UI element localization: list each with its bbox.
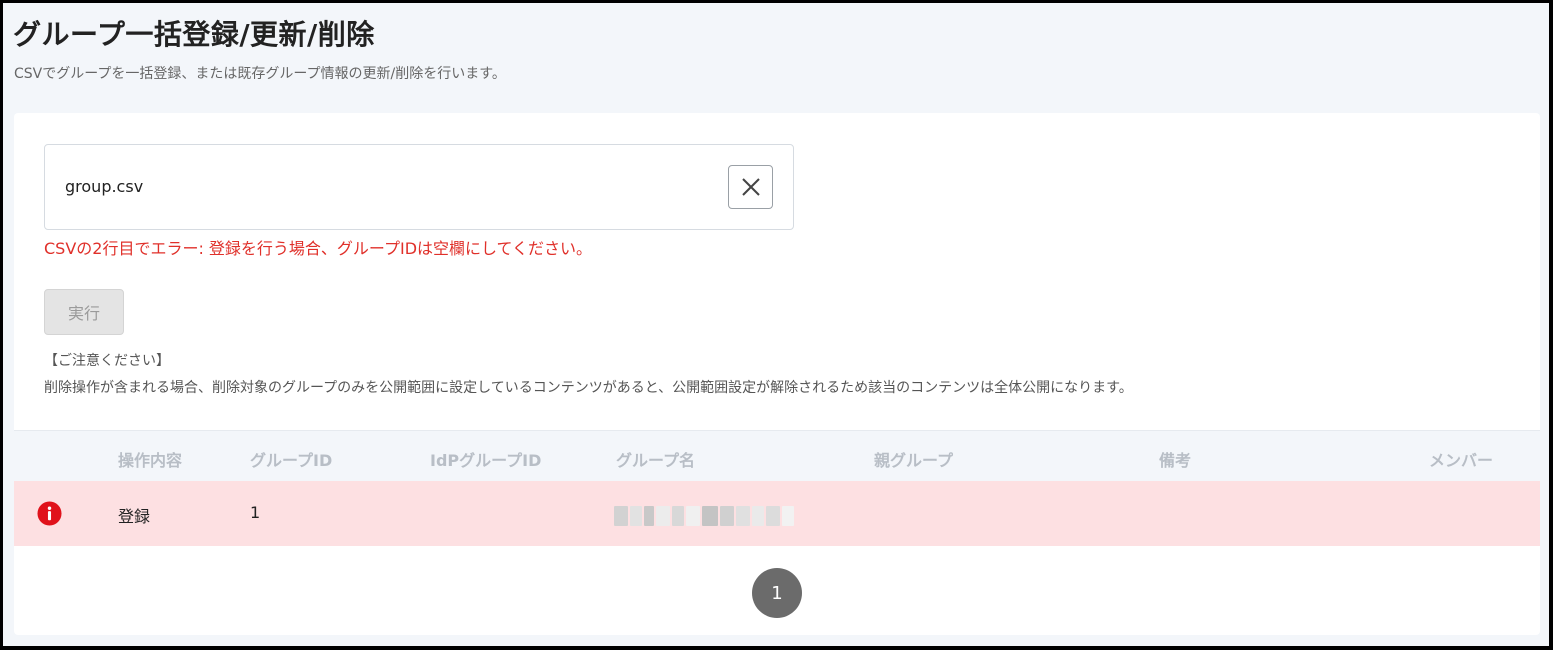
page-frame: グループ一括登録/更新/削除 CSVでグループを一括登録、または既存グループ情報… — [3, 3, 1549, 646]
cell-operation: 登録 — [118, 507, 151, 526]
file-name: group.csv — [65, 177, 144, 196]
column-header-members: メンバー — [1429, 451, 1494, 470]
column-header-parent-group: 親グループ — [874, 451, 954, 470]
cell-group-name-redacted — [614, 506, 794, 526]
error-message: CSVの2行目でエラー: 登録を行う場合、グループIDは空欄にしてください。 — [44, 239, 593, 258]
column-header-group-name: グループ名 — [616, 451, 696, 470]
table-row: 登録 1 — [14, 481, 1540, 546]
close-icon — [741, 178, 760, 196]
table-header: 操作内容 グループID IdPグループID グループ名 親グループ 備考 メンバ… — [14, 430, 1540, 481]
column-header-group-id: グループID — [250, 451, 333, 470]
file-upload-box[interactable]: group.csv — [44, 144, 794, 230]
column-header-note: 備考 — [1159, 451, 1192, 470]
cell-group-id: 1 — [250, 503, 261, 522]
page-description: CSVでグループを一括登録、または既存グループ情報の更新/削除を行います。 — [14, 66, 506, 82]
run-button[interactable]: 実行 — [44, 289, 124, 335]
upload-card: group.csv CSVの2行目でエラー: 登録を行う場合、グループIDは空欄… — [14, 113, 1540, 635]
page-title: グループ一括登録/更新/削除 — [13, 18, 375, 51]
column-header-operation: 操作内容 — [118, 451, 183, 470]
pagination-page-1[interactable]: 1 — [752, 568, 802, 618]
notice-body: 削除操作が含まれる場合、削除対象のグループのみを公開範囲に設定しているコンテンツ… — [44, 380, 1133, 396]
notice-title: 【ご注意ください】 — [44, 353, 170, 369]
column-header-idp-group-id: IdPグループID — [430, 451, 542, 470]
clear-file-button[interactable] — [728, 165, 773, 209]
info-icon[interactable] — [37, 501, 62, 526]
